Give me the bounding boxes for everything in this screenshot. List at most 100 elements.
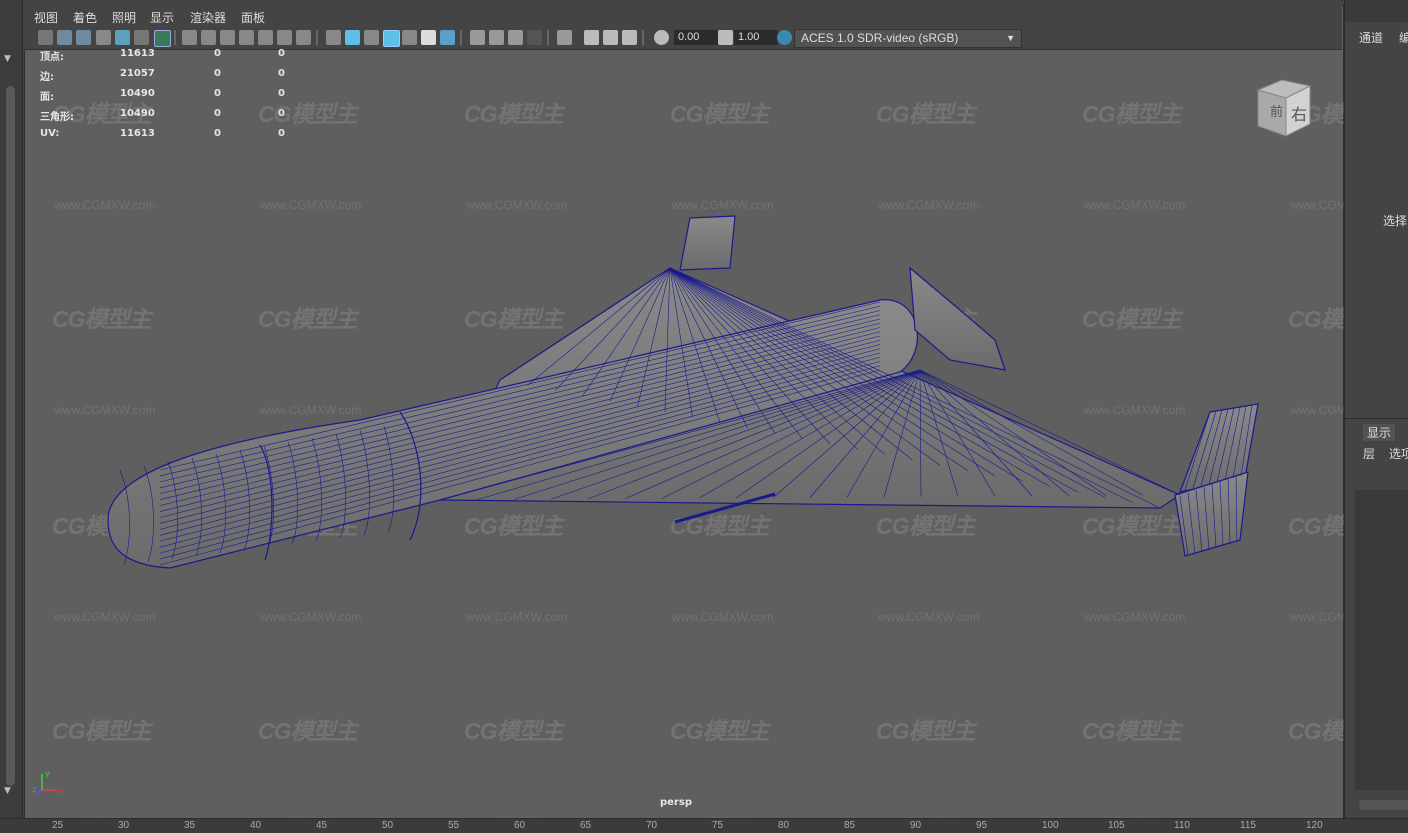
hud-value: 0 — [278, 108, 285, 119]
motion-blur-icon[interactable] — [489, 30, 504, 45]
ruler-tick-label: 105 — [1108, 820, 1125, 831]
menu-shading[interactable]: 着色 — [73, 9, 97, 26]
ruler-tick-label: 80 — [778, 820, 790, 831]
camera-icon[interactable] — [38, 30, 53, 45]
ruler-tick-label: 40 — [250, 820, 262, 831]
menu-lighting[interactable]: 照明 — [112, 9, 136, 26]
exposure-icon[interactable] — [654, 30, 669, 45]
hud-value: 10490 — [120, 108, 155, 119]
hud-value: 11613 — [120, 48, 155, 59]
layer-menu[interactable]: 层 — [1363, 445, 1375, 462]
film-gate-icon[interactable] — [201, 30, 216, 45]
menu-view[interactable]: 视图 — [34, 9, 58, 26]
left-fin — [679, 215, 736, 271]
axis-y-label: y — [45, 769, 50, 778]
camera-attr-icon[interactable] — [76, 30, 91, 45]
ruler-tick-label: 55 — [448, 820, 460, 831]
exposure-field[interactable]: 0.00 — [674, 30, 718, 45]
viewport-menu-bar: 视图 着色 照明 显示 渲染器 面板 — [24, 5, 1342, 27]
time-ruler[interactable]: 25 30 35 40 45 50 55 60 65 70 75 80 85 90 95 100 105 110 1… — [0, 818, 1408, 833]
ruler-tick-label: 95 — [976, 820, 988, 831]
colorspace-value: ACES 1.0 SDR-video (sRGB) — [801, 31, 959, 45]
right-side-panel: 通道 编 选择 显示 层 选项 — [1344, 0, 1408, 832]
hud-value: 10490 — [120, 88, 155, 99]
hud-label: 顶点: — [40, 52, 64, 63]
hud-label: UV: — [40, 128, 60, 139]
menu-panels[interactable]: 面板 — [241, 9, 265, 26]
chevron-down-icon: ▼ — [1006, 33, 1015, 43]
options-menu[interactable]: 选项 — [1389, 445, 1408, 462]
ruler-tick-label: 90 — [910, 820, 922, 831]
field-chart-icon[interactable] — [258, 30, 273, 45]
isolate-select-icon[interactable] — [557, 30, 572, 45]
ruler-tick-label: 65 — [580, 820, 592, 831]
ruler-tick-label: 110 — [1174, 820, 1190, 831]
hud-label: 边: — [40, 72, 54, 83]
ruler-tick-label: 45 — [316, 820, 328, 831]
hud-value: 0 — [214, 88, 221, 99]
drone-wireframe-model[interactable] — [0, 0, 1408, 832]
hud-value: 0 — [278, 48, 285, 59]
image-plane-icon[interactable] — [115, 30, 130, 45]
hud-value: 0 — [278, 128, 285, 139]
hud-value: 0 — [278, 88, 285, 99]
ruler-tick-label: 115 — [1240, 820, 1256, 831]
hud-label: 三角形: — [40, 112, 74, 123]
view-cube-front[interactable]: 前 — [1270, 104, 1283, 120]
layer-list[interactable] — [1355, 490, 1408, 790]
ruler-tick-label: 120 — [1306, 820, 1323, 831]
axis-z-label: z — [32, 785, 36, 794]
hud-label: 面: — [40, 92, 54, 103]
screen-space-ao-icon[interactable] — [470, 30, 485, 45]
ruler-tick-label: 60 — [514, 820, 526, 831]
textured-icon[interactable] — [402, 30, 417, 45]
lights-icon[interactable] — [421, 30, 436, 45]
xray-icon[interactable] — [584, 30, 599, 45]
tab-display-layers[interactable]: 显示 — [1363, 424, 1396, 441]
select-label[interactable]: 选择 — [1383, 212, 1407, 229]
bookmark-icon[interactable] — [96, 30, 111, 45]
gate-mask-icon[interactable] — [239, 30, 254, 45]
tab-edit[interactable]: 编 — [1399, 29, 1408, 46]
safe-title-icon[interactable] — [296, 30, 311, 45]
color-management-icon[interactable] — [777, 30, 792, 45]
shadows-icon[interactable] — [440, 30, 455, 45]
2d-pan-icon[interactable] — [134, 30, 149, 45]
hud-value: 0 — [214, 128, 221, 139]
gamma-icon[interactable] — [718, 30, 733, 45]
view-cube[interactable]: 前 右 — [1252, 76, 1316, 140]
safe-action-icon[interactable] — [277, 30, 292, 45]
ruler-tick-label: 25 — [52, 820, 64, 831]
ruler-tick-label: 100 — [1042, 820, 1059, 831]
viewport-toolbar: 0.00 1.00 ACES 1.0 SDR-video (sRGB) ▼ — [24, 27, 1342, 50]
smooth-shade-icon[interactable] — [345, 30, 360, 45]
tab-channel-box[interactable]: 通道 — [1359, 29, 1383, 46]
ruler-tick-label: 50 — [382, 820, 394, 831]
xray-joints-icon[interactable] — [603, 30, 618, 45]
wireframe-icon[interactable] — [326, 30, 341, 45]
colorspace-dropdown[interactable]: ACES 1.0 SDR-video (sRGB) ▼ — [794, 29, 1022, 48]
grid-icon[interactable] — [182, 30, 197, 45]
hud-value: 0 — [214, 68, 221, 79]
axis-gizmo: x y z — [32, 769, 64, 796]
menu-show[interactable]: 显示 — [150, 9, 174, 26]
camera-lock-icon[interactable] — [57, 30, 72, 45]
hud-value: 0 — [214, 108, 221, 119]
ruler-tick-label: 35 — [184, 820, 196, 831]
menu-renderer[interactable]: 渲染器 — [190, 9, 226, 26]
gamma-field[interactable]: 1.00 — [734, 30, 778, 45]
ruler-tick-label: 70 — [646, 820, 658, 831]
xray-components-icon[interactable] — [622, 30, 637, 45]
ruler-tick-label: 30 — [118, 820, 130, 831]
axis-x-label: x — [59, 787, 64, 796]
antialiasing-icon[interactable] — [508, 30, 523, 45]
camera-name-label: persp — [660, 797, 692, 808]
layer-scrollbar[interactable] — [1359, 800, 1408, 810]
wireframe-on-shaded-icon[interactable] — [383, 30, 400, 47]
depth-of-field-icon[interactable] — [527, 30, 542, 45]
ruler-tick-label: 85 — [844, 820, 856, 831]
grease-pencil-icon[interactable] — [154, 30, 171, 47]
view-cube-right[interactable]: 右 — [1291, 105, 1307, 124]
resolution-gate-icon[interactable] — [220, 30, 235, 45]
default-material-icon[interactable] — [364, 30, 379, 45]
